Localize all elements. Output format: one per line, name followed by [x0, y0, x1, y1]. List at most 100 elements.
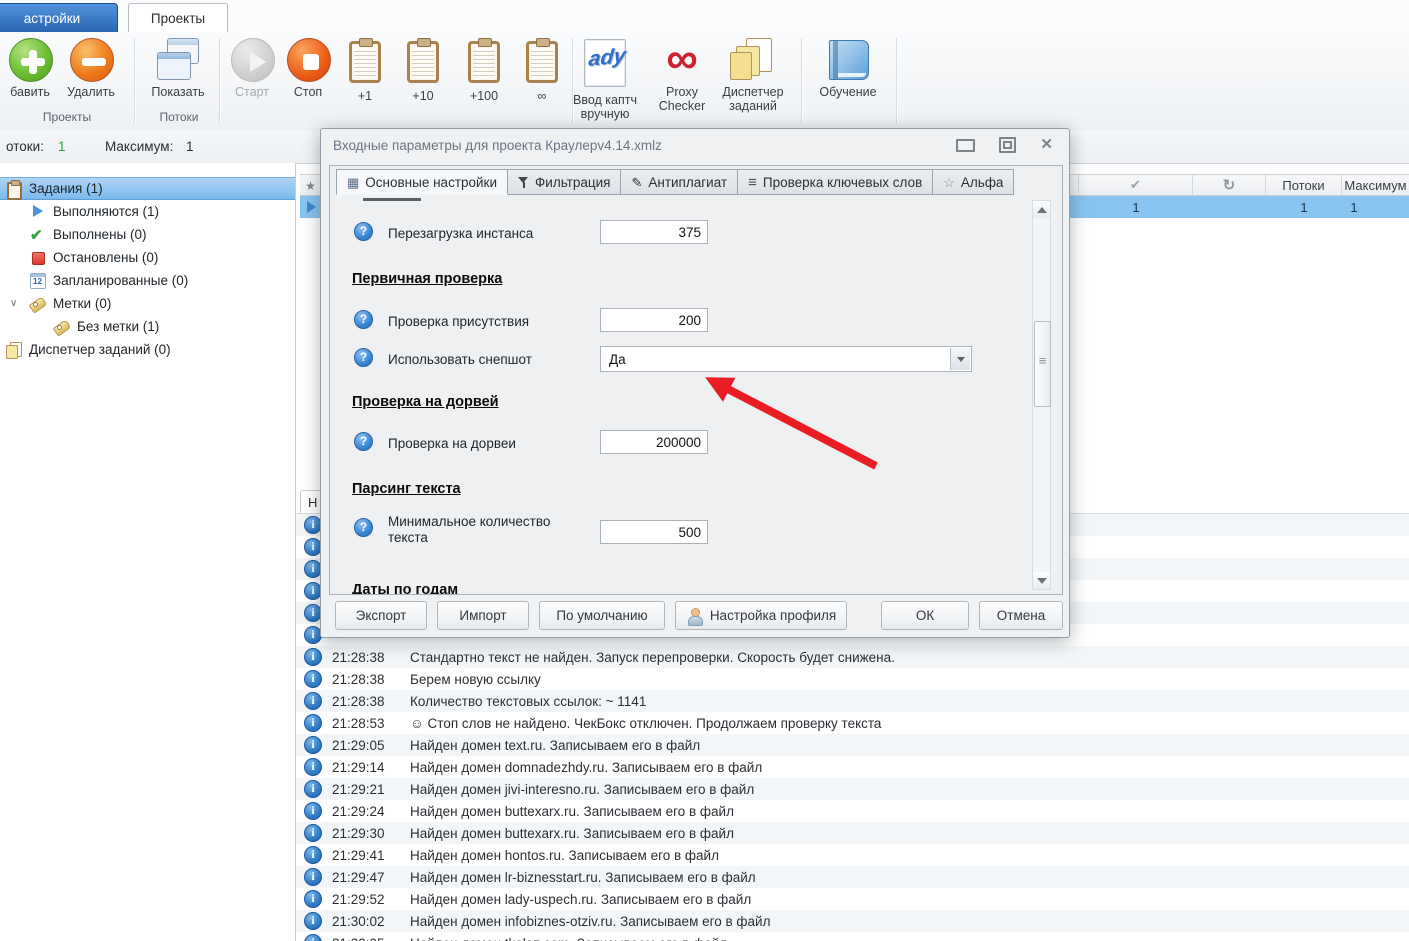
play-icon	[29, 203, 47, 220]
infinite-threads-button[interactable]: ∞	[517, 36, 567, 124]
profile-settings-button[interactable]: Настройка профиля	[675, 601, 847, 630]
project-parameters-dialog: Входные параметры для проекта Краулерv4.…	[320, 128, 1070, 638]
clipboard-icon	[407, 38, 439, 84]
manual-captcha-button[interactable]: Ввод каптч вручную	[563, 36, 647, 124]
log-row[interactable]: 21:30:02Найден домен infobiznes-otziv.ru…	[296, 910, 1409, 932]
log-row[interactable]: 21:29:52Найден домен lady-uspech.ru. Зап…	[296, 888, 1409, 910]
info-icon	[304, 934, 322, 941]
refresh-icon	[1223, 176, 1236, 194]
info-icon	[304, 890, 322, 908]
help-icon[interactable]	[354, 222, 373, 241]
tree-item-stopped[interactable]: Остановлены (0)	[0, 246, 295, 269]
pencil-icon	[631, 176, 642, 189]
star-icon	[943, 176, 955, 189]
tree-item-no-label[interactable]: Без метки (1)	[0, 315, 295, 338]
row-threads-value: 1	[1266, 196, 1342, 218]
pin-icon	[305, 178, 316, 193]
show-windows-icon	[155, 36, 201, 82]
dialog-tab-keyword-check[interactable]: Проверка ключевых слов	[738, 169, 933, 195]
tree-item-labels[interactable]: ∨ Метки (0)	[0, 292, 295, 315]
scroll-up-icon[interactable]	[1033, 201, 1050, 218]
use-snapshot-dropdown[interactable]: Да	[600, 346, 972, 372]
scrollbar-thumb[interactable]	[1034, 321, 1051, 407]
use-snapshot-label: Использовать снепшот	[388, 352, 532, 368]
log-row[interactable]: 21:29:21Найден домен jivi-interesno.ru. …	[296, 778, 1409, 800]
help-icon[interactable]	[354, 432, 373, 451]
maximize-icon[interactable]	[999, 137, 1016, 153]
tree-item-tasks[interactable]: Задания (1)	[0, 177, 295, 200]
dialog-scrollbar[interactable]	[1032, 200, 1051, 590]
close-icon[interactable]: ✕	[1040, 138, 1053, 152]
documents-icon	[730, 36, 776, 82]
calendar-icon	[29, 272, 47, 289]
log-row[interactable]: 21:28:53☺ Стоп слов не найдено. ЧекБокс …	[296, 712, 1409, 734]
add-10-threads-button[interactable]: +10	[395, 36, 451, 124]
presence-check-input[interactable]	[600, 308, 708, 332]
log-row[interactable]: 21:28:38Стандартно текст не найден. Запу…	[296, 646, 1409, 668]
tree-item-running[interactable]: Выполняются (1)	[0, 200, 295, 223]
ok-button[interactable]: ОК	[881, 601, 969, 630]
dialog-tab-filtering[interactable]: Фильтрация	[508, 169, 621, 195]
export-button[interactable]: Экспорт	[335, 601, 427, 630]
restart-instance-input[interactable]	[600, 220, 708, 244]
row-check-value: 1	[1079, 196, 1193, 218]
doorway-check-input[interactable]	[600, 430, 708, 454]
column-header-retries[interactable]	[1193, 174, 1266, 196]
dialog-content-frame: Основные настройки Фильтрация Антиплагиа…	[329, 165, 1063, 595]
dialog-tab-alpha[interactable]: Альфа	[933, 169, 1014, 195]
log-row[interactable]: 21:28:38Берем новую ссылку	[296, 668, 1409, 690]
chevron-down-icon[interactable]: ∨	[10, 298, 17, 309]
row-max-value: 1	[1342, 196, 1366, 218]
help-icon[interactable]	[354, 518, 373, 537]
log-row[interactable]: 21:29:05Найден домен text.ru. Записываем…	[296, 734, 1409, 756]
info-icon	[304, 846, 322, 864]
add-100-threads-button[interactable]: +100	[455, 36, 513, 124]
log-row[interactable]: 21:29:24Найден домен buttexarx.ru. Запис…	[296, 800, 1409, 822]
tree-item-completed[interactable]: Выполнены (0)	[0, 223, 295, 246]
log-row[interactable]: 21:29:14Найден домен domnadezhdy.ru. Зап…	[296, 756, 1409, 778]
log-row[interactable]: 21:28:38Количество текстовых ссылок: ~ 1…	[296, 690, 1409, 712]
tab-settings[interactable]: астройки	[0, 3, 118, 33]
add-1-thread-button[interactable]: +1	[338, 36, 392, 124]
column-header-threads[interactable]: Потоки	[1266, 174, 1342, 196]
help-icon[interactable]	[354, 348, 373, 367]
help-icon[interactable]	[354, 310, 373, 329]
row-refresh-value	[1193, 196, 1266, 218]
funnel-icon	[518, 176, 529, 188]
tree-item-task-manager[interactable]: Диспетчер заданий (0)	[0, 338, 295, 361]
defaults-button[interactable]: По умолчанию	[539, 601, 665, 630]
min-text-input[interactable]	[600, 520, 708, 544]
group-separator	[896, 38, 898, 124]
training-button[interactable]: Обучение	[807, 36, 889, 124]
cancel-button[interactable]: Отмена	[979, 601, 1063, 630]
scroll-down-icon[interactable]	[1033, 572, 1050, 589]
group-separator	[219, 38, 221, 124]
column-header-done[interactable]	[1079, 174, 1193, 196]
task-manager-button[interactable]: Диспетчер заданий	[710, 36, 796, 124]
log-row[interactable]: 21:29:47Найден домен lr-biznesstart.ru. …	[296, 866, 1409, 888]
stop-button[interactable]: Стоп	[282, 36, 334, 124]
section-doorway-check: Проверка на дорвей	[352, 394, 499, 410]
tab-settings-label: астройки	[24, 11, 80, 26]
documents-icon	[5, 341, 23, 358]
minimize-icon[interactable]	[956, 139, 975, 152]
chevron-down-icon[interactable]	[950, 348, 970, 370]
proxy-checker-button[interactable]: ∞ Proxy Checker	[647, 36, 717, 124]
check-icon	[1130, 177, 1141, 193]
dialog-tab-main-settings[interactable]: Основные настройки	[336, 169, 508, 195]
section-dates-by-year: Даты по годам	[352, 582, 458, 595]
infinity-icon: ∞	[659, 36, 705, 82]
column-header-pin[interactable]	[300, 174, 322, 196]
clipboard-icon	[468, 38, 500, 84]
row-play-icon	[300, 196, 322, 218]
grid-icon	[347, 176, 359, 189]
log-row[interactable]: 21:30:05Найден домен tkalez.com. Записыв…	[296, 932, 1409, 941]
tab-projects[interactable]: Проекты	[128, 3, 228, 34]
log-row[interactable]: 21:29:30Найден домен buttexarx.ru. Запис…	[296, 822, 1409, 844]
tree-item-scheduled[interactable]: Запланированные (0)	[0, 269, 295, 292]
column-header-max[interactable]: Максимум	[1342, 174, 1409, 196]
section-text-parsing: Парсинг текста	[352, 481, 461, 497]
log-row[interactable]: 21:29:41Найден домен hontos.ru. Записыва…	[296, 844, 1409, 866]
dialog-tab-antiplagiarism[interactable]: Антиплагиат	[621, 169, 738, 195]
import-button[interactable]: Импорт	[437, 601, 529, 630]
